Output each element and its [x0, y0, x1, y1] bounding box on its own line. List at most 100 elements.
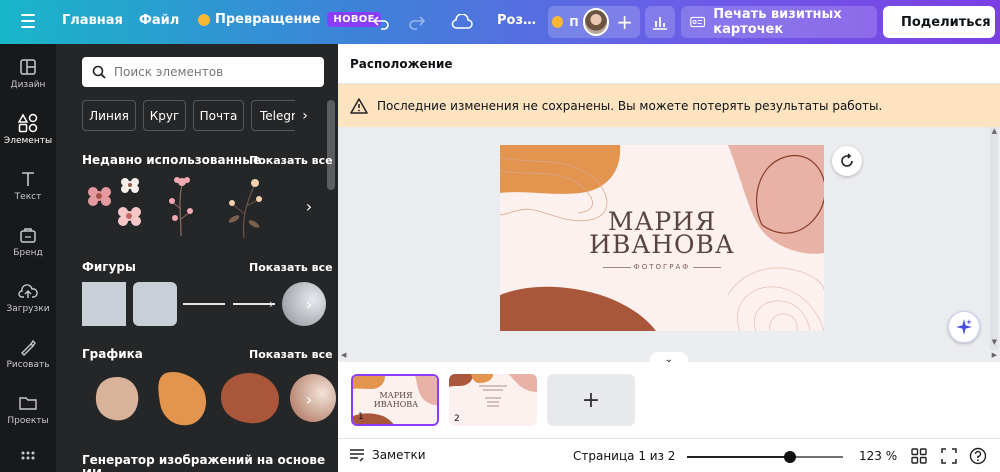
- scroll-left-arrow-icon[interactable]: ◀: [341, 351, 346, 359]
- branch-graphic[interactable]: [224, 174, 268, 240]
- notes-button[interactable]: Заметки: [349, 448, 426, 462]
- add-collaborator-icon[interactable]: +: [613, 10, 636, 34]
- bottom-bar: Заметки Страница 1 из 2 123 %: [338, 438, 1000, 472]
- crown-icon: [552, 16, 564, 28]
- rail-label: Дизайн: [10, 80, 46, 90]
- divider-right: [693, 267, 721, 268]
- notes-icon: [350, 449, 364, 462]
- help-icon[interactable]: [969, 447, 987, 465]
- brown-blob-graphic[interactable]: [219, 371, 281, 425]
- orange-blob-graphic[interactable]: [154, 369, 210, 427]
- chevron-right-icon[interactable]: ›: [295, 100, 315, 131]
- thumb-decoration: [449, 374, 537, 407]
- flowers-graphic[interactable]: [84, 178, 144, 234]
- square-shape[interactable]: [82, 282, 126, 326]
- menu-icon[interactable]: [18, 11, 38, 31]
- file-menu[interactable]: Файл: [139, 13, 179, 28]
- home-link[interactable]: Главная: [62, 13, 123, 28]
- chevron-right-icon[interactable]: ›: [298, 282, 320, 326]
- undo-icon[interactable]: [370, 11, 392, 33]
- zoom-slider-fill: [687, 456, 790, 458]
- page-number: 2: [454, 414, 460, 424]
- apps-grid-icon: [18, 449, 38, 467]
- pill-mail[interactable]: Почта: [193, 100, 244, 131]
- folder-icon: [18, 394, 38, 412]
- share-button[interactable]: Поделиться: [883, 6, 995, 38]
- rail-item-draw[interactable]: Рисовать: [0, 326, 56, 382]
- chevron-down-icon[interactable]: ⌄: [650, 352, 688, 366]
- zoom-slider-knob[interactable]: [783, 451, 796, 463]
- rail-item-text[interactable]: Текст: [0, 158, 56, 214]
- rail-label: Рисовать: [6, 360, 50, 370]
- upload-icon: [18, 282, 38, 300]
- rail-item-brand[interactable]: Бренд: [0, 214, 56, 270]
- scroll-right-arrow-icon[interactable]: ▶: [992, 351, 997, 359]
- collaborators-chip[interactable]: П +: [548, 6, 640, 38]
- redo-icon[interactable]: [406, 11, 428, 33]
- pill-circle[interactable]: Круг: [143, 100, 186, 131]
- text-icon: [18, 170, 38, 188]
- side-rail: Дизайн Элементы Текст Бренд Загрузки Рис…: [0, 44, 56, 472]
- beige-blob-graphic[interactable]: [92, 374, 142, 424]
- layout-icon: [18, 58, 38, 76]
- scroll-down-arrow-icon[interactable]: ▼: [992, 338, 997, 346]
- business-card-design[interactable]: МАРИЯ ИВАНОВА ФОТОГРАФ: [500, 145, 824, 331]
- search-input[interactable]: [114, 65, 304, 79]
- comment-rotate-icon[interactable]: [832, 146, 862, 176]
- warning-text: Последние изменения не сохранены. Вы мож…: [377, 98, 883, 113]
- pill-line[interactable]: Линия: [82, 100, 136, 131]
- transform-button[interactable]: Превращение НОВОЕ: [198, 12, 381, 27]
- page-thumbnail-2[interactable]: 2: [449, 374, 537, 426]
- grid-view-icon[interactable]: [911, 448, 927, 464]
- magic-sparkle-icon[interactable]: [948, 311, 980, 343]
- rail-label: Текст: [14, 192, 42, 202]
- search-icon: [92, 65, 106, 79]
- top-toolbar: Главная Файл Превращение НОВОЕ Роз… П + …: [0, 0, 1000, 44]
- insights-icon[interactable]: [645, 6, 675, 38]
- arrowhead-icon: ›: [269, 297, 274, 311]
- rail-item-projects[interactable]: Проекты: [0, 382, 56, 438]
- avatar[interactable]: [582, 8, 610, 36]
- draw-icon: [18, 338, 38, 356]
- zoom-slider[interactable]: [687, 451, 843, 463]
- notes-label: Заметки: [372, 448, 426, 462]
- cloud-sync-icon[interactable]: [450, 11, 474, 33]
- page-indicator[interactable]: Страница 1 из 2: [573, 449, 675, 463]
- line-shape[interactable]: [183, 303, 225, 305]
- rail-label: Загрузки: [6, 304, 50, 314]
- rail-item-design[interactable]: Дизайн: [0, 46, 56, 102]
- page-thumbnail-1[interactable]: МАРИЯ ИВАНОВА 1: [351, 374, 439, 426]
- chevron-right-icon[interactable]: ›: [298, 184, 320, 228]
- see-all-shapes-link[interactable]: Показать все: [249, 261, 333, 274]
- unsaved-warning-banner: Последние изменения не сохранены. Вы мож…: [338, 84, 1000, 127]
- see-all-recent-link[interactable]: Показать все: [249, 154, 333, 167]
- card-subtitle[interactable]: ФОТОГРАФ: [500, 263, 824, 271]
- zoom-level[interactable]: 123 %: [859, 449, 897, 463]
- rounded-square-shape[interactable]: [133, 282, 177, 326]
- chevron-right-icon[interactable]: ›: [298, 377, 320, 421]
- rail-item-apps[interactable]: [0, 444, 56, 472]
- add-page-button[interactable]: +: [547, 374, 635, 426]
- thumb-name-line1: МАРИЯ: [379, 391, 413, 400]
- panel-scrollbar[interactable]: [327, 100, 335, 190]
- warning-icon: [350, 97, 368, 114]
- pages-strip: МАРИЯ ИВАНОВА 1 2 +: [338, 362, 1000, 438]
- print-business-cards-button[interactable]: Печать визитных карточек: [681, 6, 877, 38]
- search-box[interactable]: [82, 57, 324, 87]
- share-label: Поделиться: [901, 14, 991, 30]
- document-title[interactable]: Роз…: [497, 13, 536, 28]
- see-all-graphics-link[interactable]: Показать все: [249, 348, 333, 361]
- fullscreen-icon[interactable]: [941, 448, 957, 464]
- vertical-scrollbar[interactable]: [990, 127, 998, 350]
- rail-label: Элементы: [3, 136, 53, 146]
- crown-chip-label: П: [569, 15, 579, 29]
- scroll-up-arrow-icon[interactable]: ▲: [992, 127, 997, 135]
- card-name-line2[interactable]: ИВАНОВА: [500, 230, 824, 259]
- flower-branch-graphic[interactable]: [166, 174, 196, 238]
- section-ai-generator-title: Генератор изображений на основе ИИ: [82, 453, 326, 472]
- rail-item-elements[interactable]: Элементы: [0, 102, 56, 158]
- rail-label: Бренд: [13, 248, 43, 258]
- rail-item-uploads[interactable]: Загрузки: [0, 270, 56, 326]
- position-label[interactable]: Расположение: [350, 57, 453, 71]
- page-number: 1: [358, 412, 364, 422]
